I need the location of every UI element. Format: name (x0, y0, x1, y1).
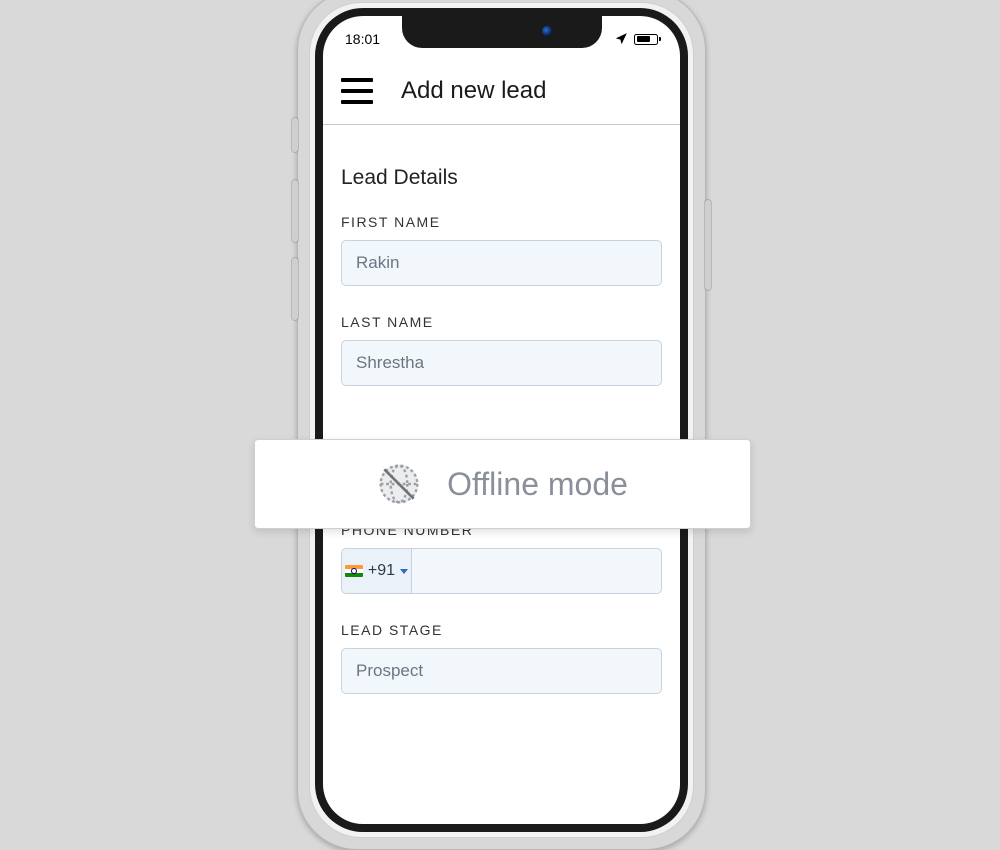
lead-stage-value: Prospect (356, 661, 423, 681)
battery-icon (634, 34, 658, 45)
phone-bezel: 18:01 Add new lead Lea (315, 8, 688, 832)
status-indicators (614, 32, 658, 46)
offline-banner: Offline mode (254, 439, 751, 529)
page-title: Add new lead (401, 77, 546, 105)
last-name-label: LAST NAME (341, 314, 662, 330)
section-title: Lead Details (341, 166, 662, 190)
first-name-input[interactable] (341, 240, 662, 286)
first-name-field: FIRST NAME (341, 214, 662, 286)
power-button (705, 200, 711, 290)
phone-outer: 18:01 Add new lead Lea (309, 2, 694, 838)
phone-input[interactable] (412, 549, 661, 593)
volume-up-button (292, 180, 298, 242)
status-bar: 18:01 (323, 24, 680, 54)
last-name-input[interactable] (341, 340, 662, 386)
phone-input-group: +91 (341, 548, 662, 594)
last-name-field: LAST NAME (341, 314, 662, 386)
status-time: 18:01 (345, 31, 380, 47)
lead-stage-label: LEAD STAGE (341, 622, 662, 638)
offline-globe-icon (377, 462, 421, 506)
volume-down-button (292, 258, 298, 320)
flag-india-icon (345, 565, 363, 577)
phone-field: PHONE NUMBER +91 (341, 522, 662, 594)
country-code-text: +91 (368, 562, 395, 580)
lead-stage-select[interactable]: Prospect (341, 648, 662, 694)
chevron-down-icon (400, 569, 408, 574)
offline-text: Offline mode (447, 466, 628, 503)
lead-stage-field: LEAD STAGE Prospect (341, 622, 662, 694)
country-code-select[interactable]: +91 (342, 549, 412, 593)
header-divider (323, 124, 680, 125)
location-icon (614, 32, 628, 46)
menu-icon[interactable] (341, 75, 373, 107)
app-header: Add new lead (323, 58, 680, 124)
mute-switch (292, 118, 298, 152)
phone-screen: 18:01 Add new lead Lea (323, 16, 680, 824)
phone-frame: 18:01 Add new lead Lea (297, 0, 706, 850)
first-name-label: FIRST NAME (341, 214, 662, 230)
